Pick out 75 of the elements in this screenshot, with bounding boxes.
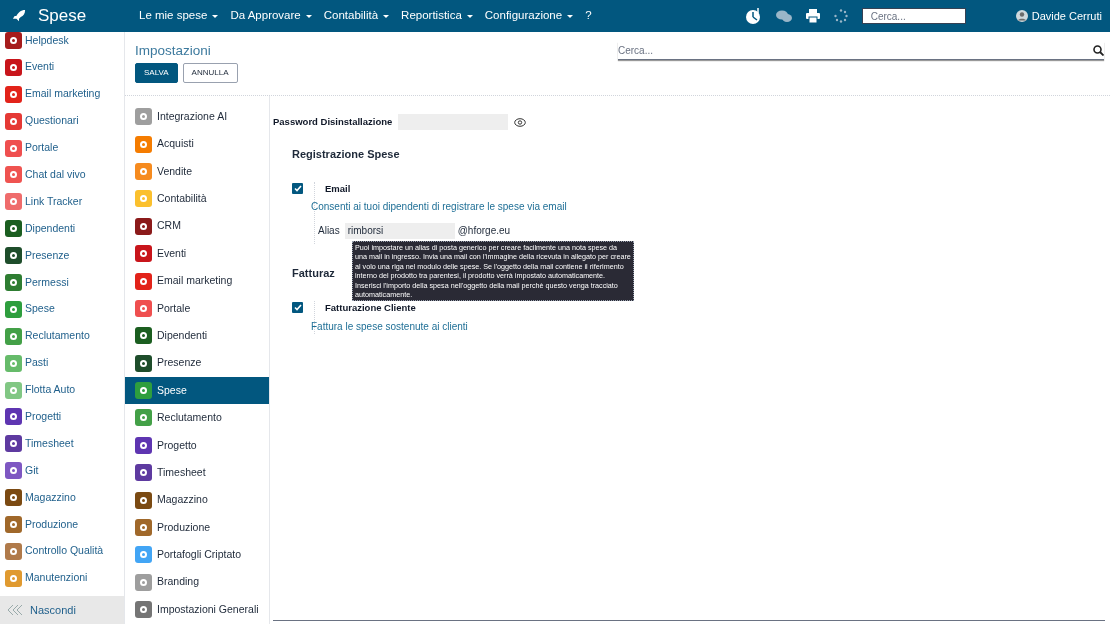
nav-menu-item[interactable]: Configurazione	[484, 7, 574, 25]
settings-menu-item[interactable]: Dipendenti	[125, 322, 269, 350]
settings-menu-item[interactable]: CRM	[125, 212, 269, 240]
settings-menu-item[interactable]: Produzione	[125, 513, 269, 542]
rocket-icon	[12, 9, 26, 23]
sidebar-item[interactable]: Produzione	[0, 511, 124, 538]
loading-icon	[833, 9, 848, 23]
chat-icon[interactable]	[775, 9, 792, 23]
settings-menu-item[interactable]: Contabilità	[125, 185, 269, 213]
sidebar-item[interactable]: Questionari	[0, 107, 124, 135]
hide-sidebar-button[interactable]: Nascondi	[0, 596, 124, 624]
avatar-icon[interactable]	[1015, 10, 1028, 22]
sidebar-item[interactable]: Eventi	[0, 53, 124, 81]
user-name[interactable]: Davide Cerruti	[1031, 7, 1102, 25]
settings-menu-item[interactable]: Vendite	[125, 157, 269, 186]
cancel-button[interactable]: ANNULLA	[182, 63, 238, 84]
sidebar-item[interactable]: Presenze	[0, 242, 124, 269]
option-label: Fatturazione Cliente	[325, 301, 417, 316]
sidebar-item[interactable]: Timesheet	[0, 430, 124, 458]
option-label: Email	[325, 181, 352, 196]
clock-icon[interactable]	[745, 7, 762, 25]
sidebar-item[interactable]: Manutenzioni	[0, 564, 124, 592]
settings-menu-item[interactable]: Integrazione AI	[125, 103, 269, 131]
settings-menu-item[interactable]: Impostazioni Generali	[125, 596, 269, 624]
field-label: Alias	[318, 224, 340, 239]
settings-menu-item[interactable]: Eventi	[125, 239, 269, 268]
nav-menu-item[interactable]: Le mie spese	[139, 7, 219, 25]
option-description: Consenti ai tuoi dipendenti di registrare le spese via email	[311, 199, 567, 214]
sidebar-item[interactable]: Portale	[0, 134, 124, 162]
nav-menu-item[interactable]: ?	[585, 7, 592, 25]
sidebar-item[interactable]: Spese	[0, 295, 124, 323]
checkbox[interactable]	[292, 182, 303, 194]
sidebar-item[interactable]: Helpdesk	[0, 27, 124, 54]
alias-field[interactable]: rimborsi	[344, 222, 455, 239]
option-description: Fattura le spese sostenute ai clienti	[311, 319, 468, 334]
section-title: Fatturaz	[292, 265, 335, 281]
settings-menu-item[interactable]: Progetto	[125, 431, 269, 460]
sidebar-item[interactable]: Git	[0, 457, 124, 485]
page-title: Impostazioni	[135, 42, 211, 60]
settings-menu-item[interactable]: Timesheet	[125, 459, 269, 487]
double-chevron-icon	[6, 604, 22, 616]
sidebar-item[interactable]: Permessi	[0, 269, 124, 296]
section-title: Registrazione Spese	[292, 147, 400, 162]
sidebar-item[interactable]: Pasti	[0, 349, 124, 377]
sidebar-item[interactable]: Controllo Qualità	[0, 537, 124, 565]
settings-menu-item[interactable]: Magazzino	[125, 486, 269, 514]
settings-menu-item[interactable]: Branding	[125, 568, 269, 597]
nav-menu-item[interactable]: Da Approvare	[230, 7, 312, 25]
search-field[interactable]: Cerca...	[861, 8, 966, 24]
sidebar-item[interactable]: Dipendenti	[0, 215, 124, 243]
sidebar-item[interactable]: Link Tracker	[0, 188, 124, 216]
save-button[interactable]: SALVA	[135, 63, 178, 84]
search-field[interactable]: Cerca...	[618, 42, 1104, 61]
app-title: Spese	[38, 5, 87, 28]
nav-menu-item[interactable]: Reportistica	[401, 7, 473, 25]
sidebar-item[interactable]: Chat dal vivo	[0, 161, 124, 189]
eye-icon[interactable]	[514, 117, 527, 127]
field-label: Password Disinstallazione	[273, 114, 393, 129]
settings-menu-item[interactable]: Portale	[125, 294, 269, 323]
search-icon[interactable]	[1093, 45, 1104, 57]
checkbox[interactable]	[292, 302, 303, 314]
settings-menu-item[interactable]: Acquisti	[125, 130, 269, 158]
domain-suffix: @hforge.eu	[457, 224, 511, 239]
sidebar-item[interactable]: Magazzino	[0, 484, 124, 512]
printer-icon[interactable]	[805, 9, 820, 23]
sidebar-item[interactable]: Flotta Auto	[0, 376, 124, 404]
nav-menu-item[interactable]: Contabilità	[323, 7, 390, 25]
sidebar-item[interactable]: Reclutamento	[0, 322, 124, 350]
settings-menu-item[interactable]: Presenze	[125, 349, 269, 377]
settings-menu-item[interactable]: Email marketing	[125, 267, 269, 295]
settings-menu-item[interactable]: Spese	[125, 376, 269, 405]
settings-menu-item[interactable]: Portafogli Criptato	[125, 541, 269, 569]
sidebar-item[interactable]: Email marketing	[0, 80, 124, 108]
settings-menu-item[interactable]: Reclutamento	[125, 404, 269, 432]
sidebar-item[interactable]: Progetti	[0, 403, 124, 431]
